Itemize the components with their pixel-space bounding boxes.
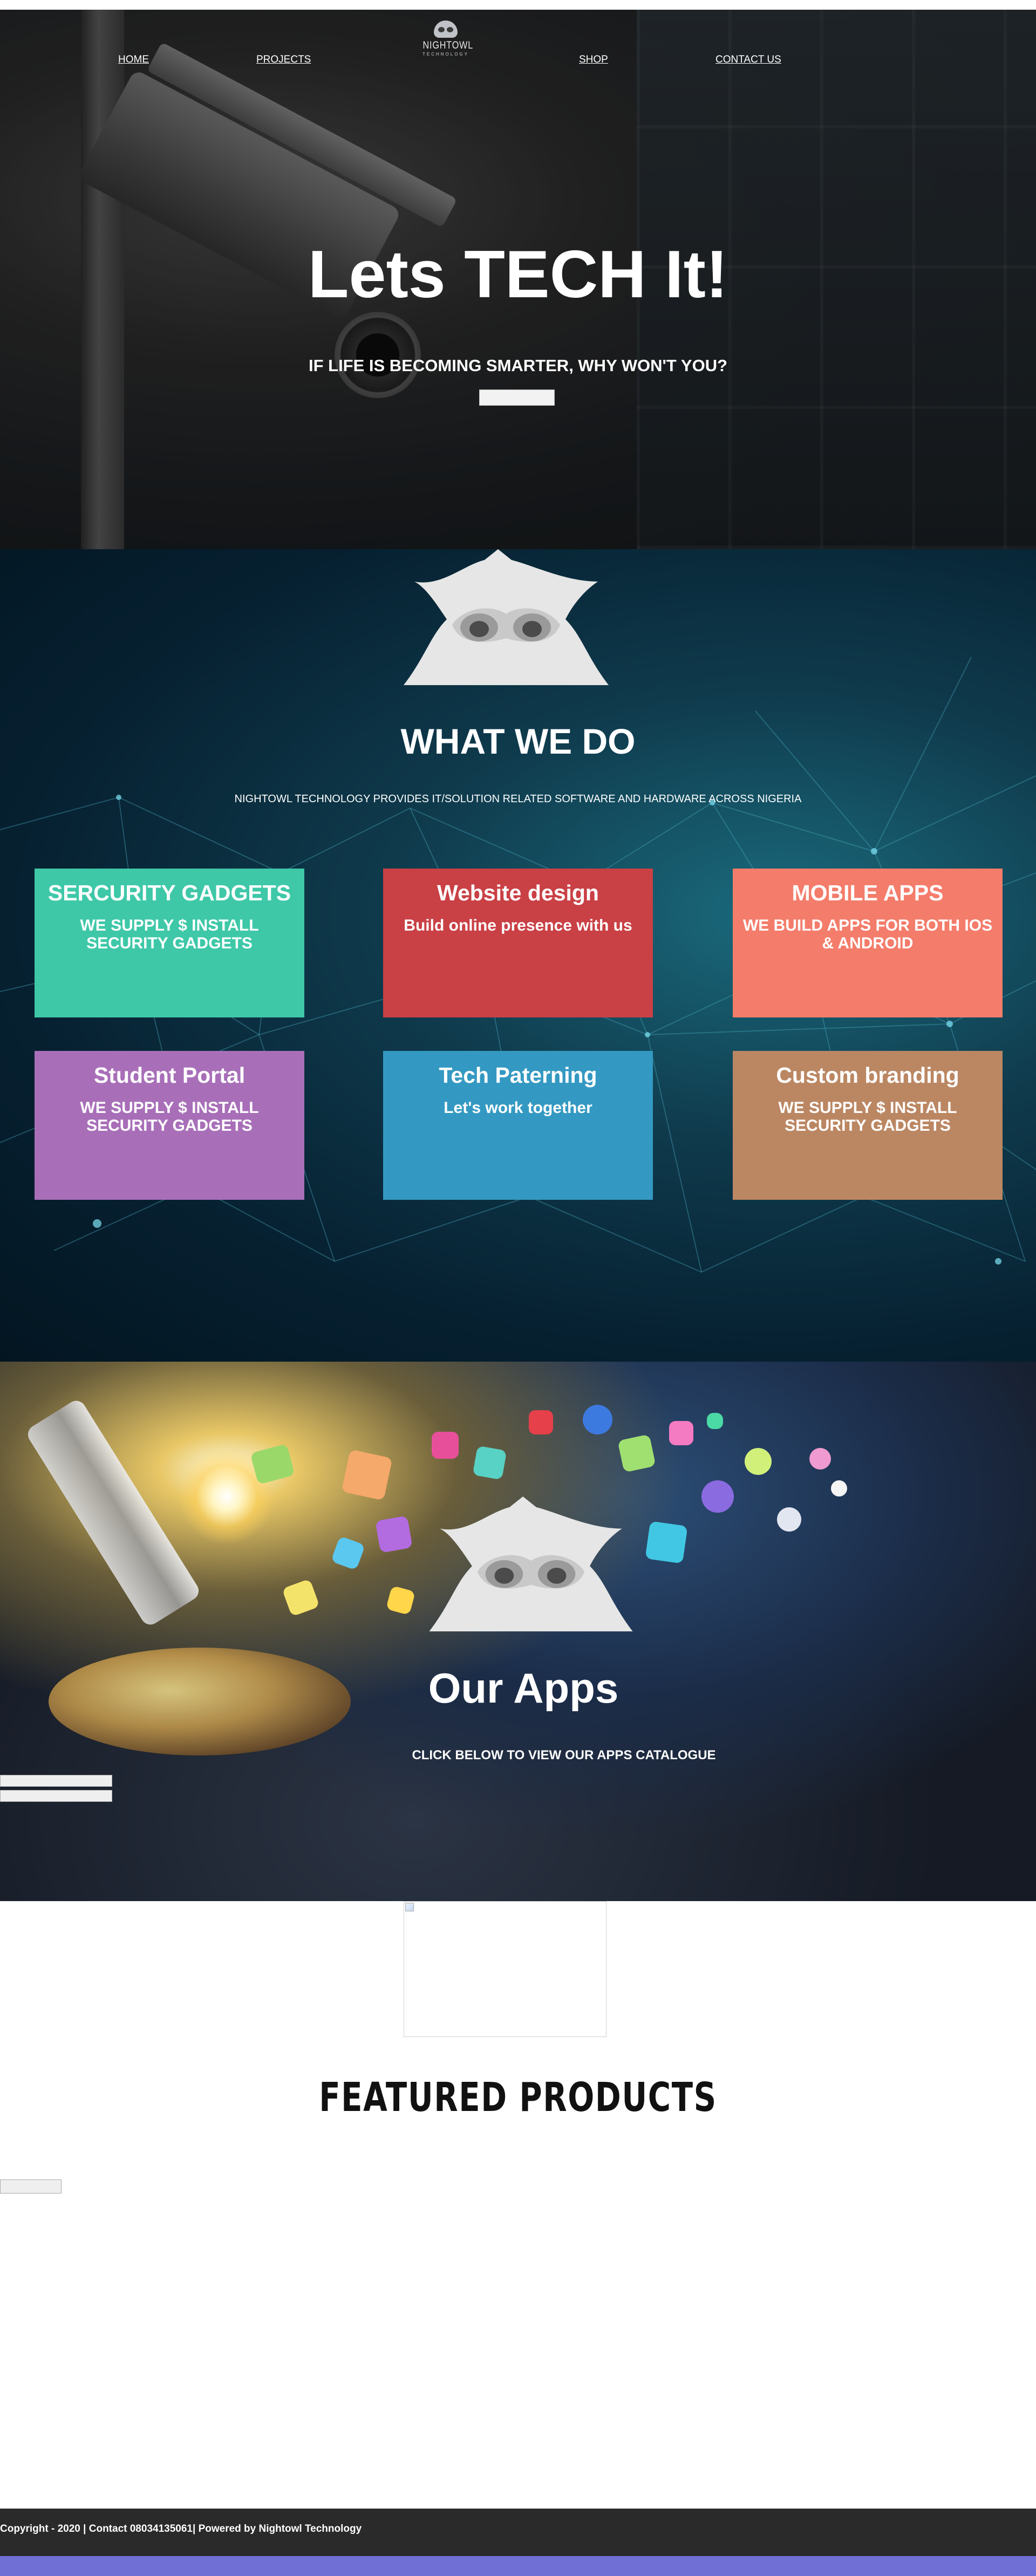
our-apps-subtitle: CLICK BELOW TO VIEW OUR APPS CATALOGUE xyxy=(412,1748,716,1762)
service-card-text: WE BUILD APPS FOR BOTH IOS & ANDROID xyxy=(742,917,993,952)
broken-image-icon xyxy=(405,1903,414,1911)
service-card-custom-branding[interactable]: Custom branding WE SUPPLY $ INSTALL SECU… xyxy=(733,1051,1003,1200)
service-card-title: Student Portal xyxy=(93,1063,246,1088)
service-card-mobile-apps[interactable]: MOBILE APPS WE BUILD APPS FOR BOTH IOS &… xyxy=(733,869,1003,1017)
service-card-title: Custom branding xyxy=(776,1063,959,1088)
footer-bottom-bar xyxy=(0,2556,1036,2576)
app-bubble-icon xyxy=(617,1434,656,1473)
what-we-do-title: WHAT WE DO xyxy=(400,721,636,761)
service-card-website[interactable]: Website design Build online presence wit… xyxy=(383,869,653,1017)
app-bubble-icon xyxy=(341,1449,393,1501)
nav-projects-link[interactable]: PROJECTS xyxy=(256,54,311,66)
owl-logo-icon xyxy=(430,19,462,39)
app-bubble-icon xyxy=(809,1448,831,1470)
service-card-title: Website design xyxy=(437,880,599,905)
app-bubble-icon xyxy=(645,1521,688,1564)
app-bubble-icon xyxy=(282,1579,320,1617)
service-card-tech-partnering[interactable]: Tech Paterning Let's work together xyxy=(383,1051,653,1200)
footer: Copyright - 2020 | Contact 08034135061| … xyxy=(0,2509,1036,2556)
featured-products-button[interactable] xyxy=(0,2179,62,2194)
service-card-student-portal[interactable]: Student Portal WE SUPPLY $ INSTALL SECUR… xyxy=(35,1051,304,1200)
app-bubble-icon xyxy=(707,1413,723,1429)
app-bubble-icon xyxy=(669,1421,693,1445)
our-apps-section: Our Apps CLICK BELOW TO VIEW OUR APPS CA… xyxy=(0,1362,1036,1901)
hero-section: HOME PROJECTS NIGHTOWL TECHNOLOGY SHOP C… xyxy=(0,10,1036,549)
service-card-text: Build online presence with us xyxy=(404,917,632,934)
featured-products-title: FEATURED PRODUCTS xyxy=(319,2074,717,2121)
app-bubble-icon xyxy=(375,1515,413,1553)
app-bubble-icon xyxy=(432,1432,459,1459)
owl-mascot-image xyxy=(404,549,609,685)
hero-button[interactable] xyxy=(479,390,555,406)
hero-title: Lets TECH It! xyxy=(308,237,728,312)
service-card-text: WE SUPPLY $ INSTALL SECURITY GADGETS xyxy=(80,1099,259,1135)
service-card-text: WE SUPPLY $ INSTALL SECURITY GADGETS xyxy=(778,1099,957,1135)
app-bubble-icon xyxy=(529,1410,553,1434)
nav-shop-link[interactable]: SHOP xyxy=(579,54,608,66)
tablet-image xyxy=(24,1397,202,1629)
what-we-do-subtitle: NIGHTOWL TECHNOLOGY PROVIDES IT/SOLUTION… xyxy=(234,793,802,805)
service-card-title: MOBILE APPS xyxy=(792,880,944,905)
app-bubble-icon xyxy=(745,1448,772,1475)
service-card-text: WE SUPPLY $ INSTALL SECURITY GADGETS xyxy=(80,917,259,952)
nav-contact-link[interactable]: CONTACT US xyxy=(715,54,781,66)
nightowl-logo[interactable]: NIGHTOWL TECHNOLOGY xyxy=(419,19,473,73)
app-bubble-icon xyxy=(583,1405,612,1434)
broken-image-placeholder xyxy=(404,1901,606,2037)
apps-catalogue-button-secondary[interactable] xyxy=(0,1790,112,1802)
service-card-title: SERCURITY GADGETS xyxy=(47,880,291,905)
top-nav: HOME PROJECTS NIGHTOWL TECHNOLOGY SHOP C… xyxy=(0,10,1036,80)
hero-subtitle: IF LIFE IS BECOMING SMARTER, WHY WON'T Y… xyxy=(308,356,728,375)
app-bubble-icon xyxy=(250,1443,295,1485)
app-bubble-icon xyxy=(472,1445,507,1480)
owl-mascot-image xyxy=(429,1497,633,1631)
what-we-do-section: WHAT WE DO NIGHTOWL TECHNOLOGY PROVIDES … xyxy=(0,549,1036,1362)
app-bubble-icon xyxy=(831,1480,847,1497)
app-bubble-icon xyxy=(385,1585,416,1616)
apps-catalogue-button[interactable] xyxy=(0,1775,112,1787)
app-bubble-icon xyxy=(777,1507,801,1532)
footer-copyright-text: Copyright - 2020 | Contact 08034135061| … xyxy=(0,2523,362,2534)
app-bubble-icon xyxy=(330,1535,366,1571)
logo-brand-text: NIGHTOWL xyxy=(422,40,474,51)
app-bubble-icon xyxy=(701,1480,734,1513)
logo-tagline: TECHNOLOGY xyxy=(422,52,469,57)
our-apps-title: Our Apps xyxy=(428,1664,619,1712)
service-card-text: Let's work together xyxy=(444,1099,592,1117)
service-card-title: Tech Paterning xyxy=(439,1063,597,1088)
nav-home-link[interactable]: HOME xyxy=(118,54,149,66)
service-card-security[interactable]: SERCURITY GADGETS WE SUPPLY $ INSTALL SE… xyxy=(35,869,304,1017)
